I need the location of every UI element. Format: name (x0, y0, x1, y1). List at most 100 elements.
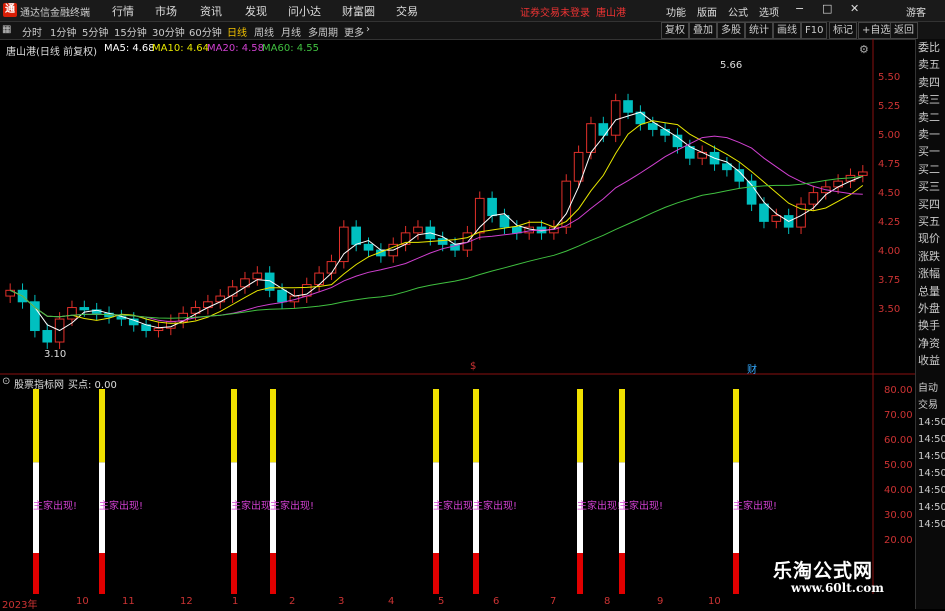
signal-bar[interactable] (270, 553, 276, 594)
candle-body[interactable] (363, 243, 374, 251)
candle-body[interactable] (771, 215, 782, 222)
period-tab[interactable]: 分时 (22, 24, 42, 39)
tool-adjust[interactable]: 复权 (661, 22, 689, 39)
period-tab[interactable]: 1分钟 (50, 24, 76, 39)
menu-wealth[interactable]: 财富圈 (342, 3, 375, 19)
menu-market[interactable]: 市场 (155, 3, 177, 19)
candle-body[interactable] (623, 100, 633, 113)
menu-quotes[interactable]: 行情 (112, 3, 134, 19)
candle-body[interactable] (808, 192, 819, 205)
side-panel-time[interactable]: 自动 (918, 382, 938, 395)
signal-bar[interactable] (733, 389, 739, 463)
side-panel-time[interactable]: 14:50 (918, 433, 945, 446)
signal-bar[interactable] (473, 389, 479, 463)
candle-body[interactable] (573, 151, 584, 182)
side-panel-item[interactable]: 卖四 (918, 76, 940, 89)
candle-body[interactable] (857, 171, 868, 176)
side-panel-item[interactable]: 卖一 (918, 128, 940, 141)
period-tab-active[interactable]: 日线 (227, 24, 247, 39)
candle-body[interactable] (610, 100, 621, 136)
candle-body[interactable] (660, 128, 670, 136)
menu-trade[interactable]: 交易 (396, 3, 418, 19)
signal-bar[interactable] (33, 553, 39, 594)
period-tab[interactable]: 周线 (254, 24, 274, 39)
menu-discover[interactable]: 发现 (245, 3, 267, 19)
signal-bar[interactable] (433, 553, 439, 594)
candle-body[interactable] (252, 272, 263, 280)
candle-body[interactable] (30, 301, 40, 332)
tool-draw[interactable]: 画线 (773, 22, 801, 39)
side-panel-time[interactable]: 14:50 (918, 467, 945, 480)
period-tab[interactable]: 15分钟 (114, 24, 147, 39)
tool-stats[interactable]: 统计 (745, 22, 773, 39)
side-panel-item[interactable]: 现价 (918, 232, 940, 245)
side-panel-time[interactable]: 14:50 (918, 518, 945, 531)
chevron-right-icon[interactable]: › (366, 24, 370, 35)
candle-body[interactable] (79, 307, 90, 311)
candle-body[interactable] (153, 327, 164, 332)
dividend-event-mark[interactable]: $ (470, 361, 476, 372)
side-panel-item[interactable]: 换手 (918, 319, 940, 332)
side-panel-item[interactable]: 买二 (918, 163, 940, 176)
candle-body[interactable] (561, 180, 572, 228)
side-panel-item[interactable]: 涨跌 (918, 250, 940, 263)
chart-icon[interactable]: ▦ (2, 24, 11, 35)
tool-mark[interactable]: 标记 (829, 22, 857, 39)
close-icon[interactable]: ✕ (850, 2, 859, 15)
minimize-icon[interactable]: − (795, 2, 804, 15)
side-panel-item[interactable]: 买三 (918, 180, 940, 193)
tool-overlay[interactable]: 叠加 (689, 22, 717, 39)
candle-body[interactable] (215, 295, 226, 303)
period-tab[interactable]: 30分钟 (152, 24, 185, 39)
side-panel-item[interactable]: 买五 (918, 215, 940, 228)
candle-body[interactable] (511, 226, 522, 234)
signal-bar[interactable] (619, 553, 625, 594)
candle-body[interactable] (647, 123, 658, 130)
side-panel-time[interactable]: 交易 (918, 399, 938, 412)
side-panel-item[interactable]: 卖二 (918, 111, 940, 124)
signal-bar[interactable] (577, 389, 583, 463)
signal-bar[interactable] (231, 389, 237, 463)
candle-body[interactable] (42, 330, 53, 343)
signal-bar[interactable] (99, 389, 105, 463)
period-tab[interactable]: 月线 (281, 24, 301, 39)
more-periods[interactable]: 更多 (344, 24, 364, 39)
signal-bar[interactable] (33, 389, 39, 463)
candle-body[interactable] (338, 226, 349, 263)
candle-body[interactable] (203, 301, 213, 309)
signal-bar[interactable] (231, 553, 237, 594)
tool-add-watchlist[interactable]: +自选 (858, 22, 895, 39)
side-panel-item[interactable]: 总量 (918, 285, 940, 298)
tool-f10[interactable]: F10 (801, 22, 828, 39)
candle-body[interactable] (759, 203, 769, 222)
side-panel-item[interactable]: 收益 (918, 354, 940, 367)
maximize-icon[interactable]: □ (822, 2, 832, 15)
menu-layout[interactable]: 版面 (697, 4, 717, 19)
guest-label[interactable]: 游客 (906, 4, 926, 19)
candle-body[interactable] (314, 272, 324, 286)
menu-news[interactable]: 资讯 (200, 3, 222, 19)
signal-bar[interactable] (619, 389, 625, 463)
menu-function[interactable]: 功能 (666, 4, 686, 19)
candle-body[interactable] (277, 289, 287, 303)
signal-bar[interactable] (270, 389, 276, 463)
signal-bar[interactable] (433, 389, 439, 463)
candle-body[interactable] (351, 226, 362, 245)
menu-formula[interactable]: 公式 (728, 4, 748, 19)
settings-gear-icon[interactable]: ⚙ (859, 43, 869, 56)
finance-event-mark[interactable]: 财 (747, 361, 757, 376)
side-panel-item[interactable]: 净资 (918, 337, 940, 350)
side-panel-item[interactable]: 委比 (918, 41, 940, 54)
period-tab[interactable]: 多周期 (308, 24, 338, 39)
side-panel-item[interactable]: 卖三 (918, 93, 940, 106)
side-panel-time[interactable]: 14:50 (918, 501, 945, 514)
candle-body[interactable] (487, 197, 497, 217)
period-tab[interactable]: 5分钟 (82, 24, 108, 39)
tool-back[interactable]: 返回 (890, 22, 918, 39)
kline-svg[interactable] (0, 39, 915, 375)
period-tab[interactable]: 60分钟 (189, 24, 222, 39)
signal-bar[interactable] (99, 553, 105, 594)
tool-multi[interactable]: 多股 (717, 22, 745, 39)
side-panel-time[interactable]: 14:50 (918, 484, 945, 497)
candle-body[interactable] (499, 215, 510, 228)
